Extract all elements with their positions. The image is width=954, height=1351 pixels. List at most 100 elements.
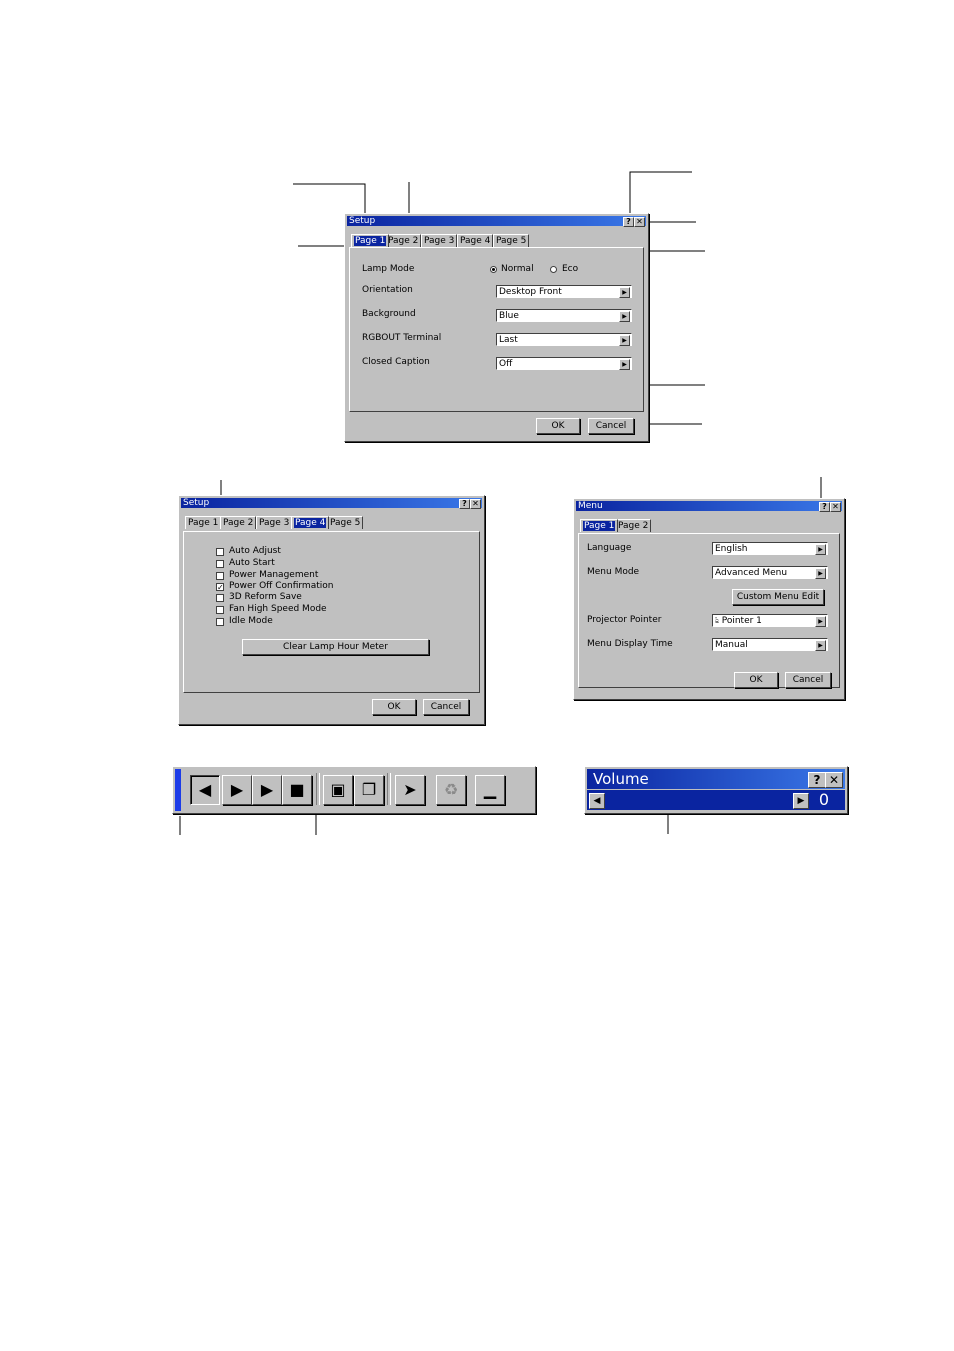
language-label: Language	[587, 543, 632, 553]
tab-page-1[interactable]: Page 1	[580, 519, 619, 532]
setup-title-bar[interactable]: Setup ? ✕	[181, 498, 482, 509]
tab-page-2[interactable]: Page 2	[615, 519, 652, 532]
rgbout-terminal-label: RGBOUT Terminal	[362, 333, 442, 343]
auto-start-label: Auto Start	[229, 558, 275, 568]
menu-window: Menu ? ✕ Page 1 Page 2 Language English …	[573, 498, 845, 700]
menu-display-time-label: Menu Display Time	[587, 639, 673, 649]
help-icon[interactable]: ?	[808, 772, 826, 788]
pointer-icon[interactable]: ➤	[395, 775, 425, 805]
next-icon[interactable]: ▶	[222, 775, 252, 805]
help-icon[interactable]: ?	[819, 502, 830, 512]
menu-display-time-select[interactable]: Manual ▶	[712, 638, 828, 651]
orientation-value: Desktop Front	[499, 287, 562, 297]
orientation-select[interactable]: Desktop Front ▶	[496, 285, 632, 298]
control-toolbar: ◀ ▶ ▶ ■ ▣ ❐ ➤ ♻ ▁	[172, 766, 536, 814]
tab-page-1[interactable]: Page 1	[185, 516, 222, 529]
tab-page-1[interactable]: Page 1	[351, 234, 390, 247]
rgbout-terminal-select[interactable]: Last ▶	[496, 333, 632, 346]
menu-mode-select[interactable]: Advanced Menu ▶	[712, 566, 828, 579]
fan-high-speed-label: Fan High Speed Mode	[229, 604, 327, 614]
previous-icon[interactable]: ◀	[190, 775, 220, 805]
lamp-eco-radio[interactable]	[550, 266, 557, 273]
dropdown-arrow-icon[interactable]: ▶	[619, 287, 630, 298]
help-icon[interactable]: ?	[623, 217, 634, 227]
minimize-icon[interactable]: ▁	[475, 775, 505, 805]
background-select[interactable]: Blue ▶	[496, 309, 632, 322]
projector-pointer-label: Projector Pointer	[587, 615, 662, 625]
custom-menu-edit-button[interactable]: Custom Menu Edit	[732, 589, 824, 605]
dropdown-arrow-icon[interactable]: ▶	[619, 311, 630, 322]
tab-page-3[interactable]: Page 3	[421, 234, 458, 247]
ok-button[interactable]: OK	[372, 699, 416, 715]
toolbar-separator	[316, 773, 320, 805]
dropdown-arrow-icon[interactable]: ▶	[815, 568, 826, 579]
tab-page-5[interactable]: Page 5	[493, 234, 530, 247]
idle-mode-label: Idle Mode	[229, 616, 273, 626]
3d-reform-save-checkbox[interactable]	[216, 594, 224, 602]
toolbar-drag-handle[interactable]	[175, 769, 181, 811]
projector-pointer-select[interactable]: 👆︎ Pointer 1 ▶	[712, 614, 828, 627]
power-management-checkbox[interactable]	[216, 572, 224, 580]
play-icon[interactable]: ▶	[252, 775, 282, 805]
volume-value: 0	[818, 790, 829, 809]
auto-start-checkbox[interactable]	[216, 560, 224, 568]
cancel-button[interactable]: Cancel	[588, 418, 634, 434]
close-icon[interactable]: ✕	[830, 502, 841, 512]
fan-high-speed-checkbox[interactable]	[216, 606, 224, 614]
tab-page-3[interactable]: Page 3	[256, 516, 293, 529]
window-title: Setup	[349, 216, 376, 226]
menu-mode-label: Menu Mode	[587, 567, 640, 577]
power-off-confirmation-checkbox[interactable]: ✓	[216, 583, 224, 592]
auto-adjust-checkbox[interactable]	[216, 548, 224, 556]
check-icon: ✓	[217, 583, 224, 592]
setup-title-bar[interactable]: Setup ? ✕	[347, 216, 646, 227]
projector-pointer-value: Pointer 1	[721, 616, 762, 626]
tab-page-4[interactable]: Page 4	[291, 516, 330, 529]
window-title: Setup	[183, 498, 210, 508]
help-icon[interactable]: ?	[459, 499, 470, 509]
window-icon[interactable]: ❐	[354, 775, 384, 805]
volume-title: Volume	[593, 770, 649, 788]
fullscreen-icon[interactable]: ▣	[323, 775, 353, 805]
volume-increase-icon[interactable]: ▶	[793, 793, 809, 809]
tab-page-2[interactable]: Page 2	[385, 234, 422, 247]
tab-page-2[interactable]: Page 2	[220, 516, 257, 529]
dropdown-arrow-icon[interactable]: ▶	[619, 359, 630, 370]
close-icon[interactable]: ✕	[825, 772, 843, 788]
tab-page-4[interactable]: Page 4	[457, 234, 494, 247]
ok-button[interactable]: OK	[734, 672, 778, 688]
callout-lines	[179, 171, 822, 835]
background-label: Background	[362, 309, 416, 319]
dropdown-arrow-icon[interactable]: ▶	[619, 335, 630, 346]
closed-caption-label: Closed Caption	[362, 357, 430, 367]
dropdown-arrow-icon[interactable]: ▶	[815, 640, 826, 651]
volume-window: Volume ? ✕ ◀ ▶ 0	[584, 766, 848, 814]
pointer-icon: 👆︎	[715, 616, 722, 626]
tab-panel	[183, 531, 480, 693]
volume-slider[interactable]: ◀ ▶ 0	[587, 790, 845, 810]
menu-mode-value: Advanced Menu	[715, 568, 788, 578]
dropdown-arrow-icon[interactable]: ▶	[815, 544, 826, 555]
dropdown-arrow-icon[interactable]: ▶	[815, 616, 826, 627]
menu-display-time-value: Manual	[715, 640, 748, 650]
lamp-normal-label: Normal	[501, 264, 534, 274]
tab-page-5[interactable]: Page 5	[327, 516, 364, 529]
idle-mode-checkbox[interactable]	[216, 618, 224, 626]
toolbar-separator	[387, 773, 391, 805]
volume-title-bar[interactable]: Volume ? ✕	[587, 769, 845, 789]
cancel-button[interactable]: Cancel	[423, 699, 469, 715]
language-value: English	[715, 544, 748, 554]
stop-icon[interactable]: ■	[282, 775, 312, 805]
clear-lamp-hour-meter-button[interactable]: Clear Lamp Hour Meter	[242, 639, 429, 655]
close-icon[interactable]: ✕	[470, 499, 481, 509]
lamp-normal-radio[interactable]	[490, 266, 497, 273]
language-select[interactable]: English ▶	[712, 542, 828, 555]
lamp-mode-label: Lamp Mode	[362, 264, 415, 274]
setup-window-page1: Setup ? ✕ Page 1 Page 2 Page 3 Page 4 Pa…	[344, 213, 649, 442]
close-icon[interactable]: ✕	[634, 217, 645, 227]
volume-decrease-icon[interactable]: ◀	[589, 793, 605, 809]
menu-title-bar[interactable]: Menu ? ✕	[576, 501, 842, 512]
cancel-button[interactable]: Cancel	[785, 672, 831, 688]
ok-button[interactable]: OK	[536, 418, 580, 434]
closed-caption-select[interactable]: Off ▶	[496, 357, 632, 370]
